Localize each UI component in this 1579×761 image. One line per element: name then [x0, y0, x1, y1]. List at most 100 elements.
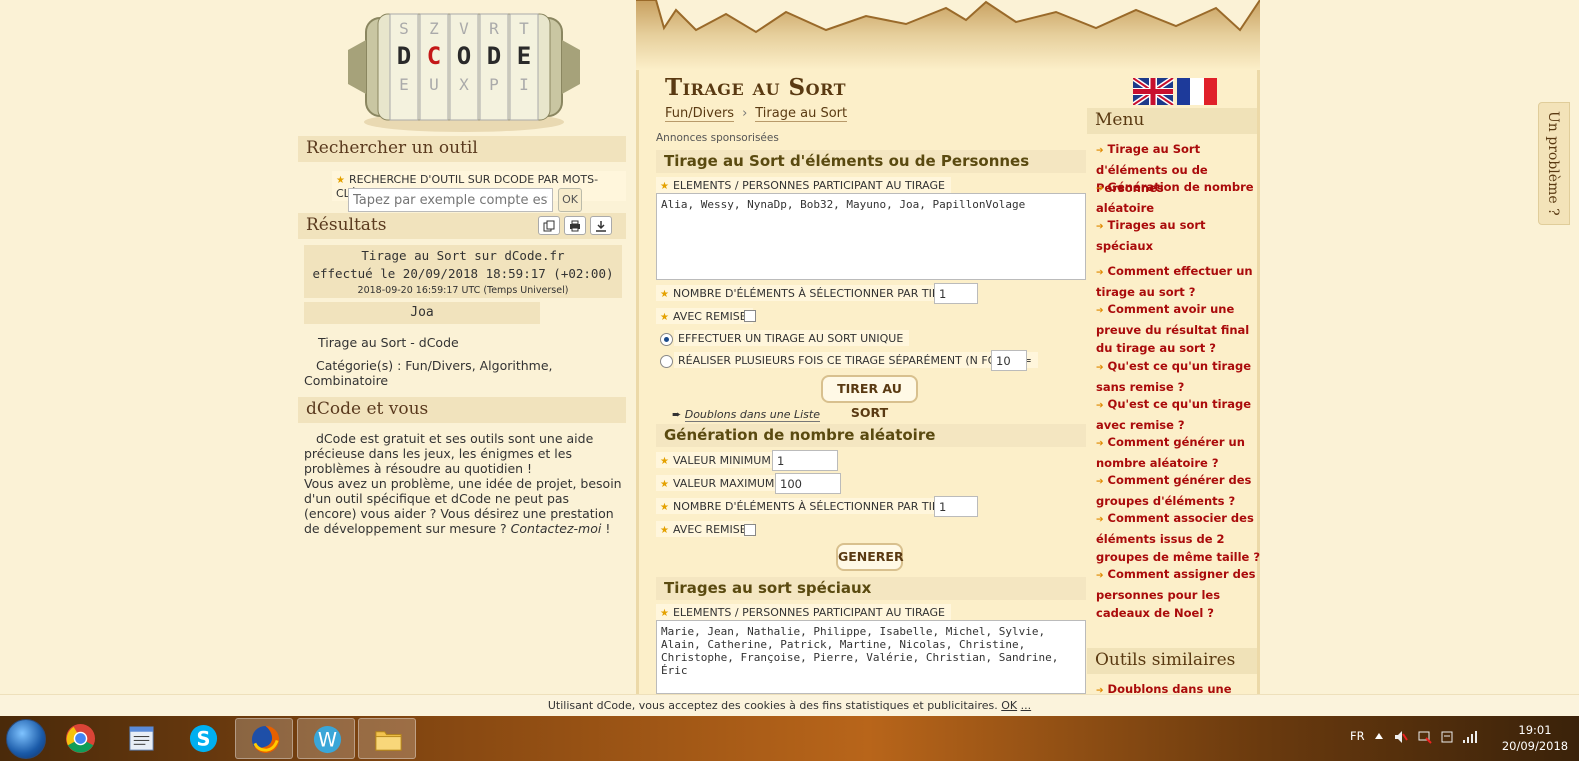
breadcrumb-tirage[interactable]: Tirage au Sort [755, 106, 848, 122]
arrow-icon: ➨ [672, 408, 685, 421]
download-button[interactable] [590, 216, 612, 235]
about-text: dCode est gratuit et ses outils sont une… [304, 431, 622, 536]
search-ok-button[interactable]: OK [558, 188, 582, 212]
section2-count-input[interactable] [934, 496, 978, 517]
print-icon [570, 220, 580, 232]
tirer-au-sort-button[interactable]: TIRER AU SORT [821, 375, 918, 420]
faq-item[interactable]: ➔ Qu'est ce qu'un tirage sans remise ? [1096, 357, 1266, 396]
copy-button[interactable] [538, 216, 560, 235]
section1-count-label: ★ NOMBRE D'ÉLÉMENTS À SÉLECTIONNER PAR TI… [656, 285, 968, 301]
breadcrumb-fun-divers[interactable]: Fun/Divers [665, 106, 735, 122]
max-value-input[interactable] [775, 473, 841, 494]
faq-item[interactable]: ➔ Qu'est ce qu'un tirage avec remise ? [1096, 395, 1266, 434]
cookie-more-link[interactable]: ... [1021, 699, 1032, 712]
taskbar-firefox[interactable] [235, 718, 293, 759]
uk-flag-icon[interactable] [1131, 75, 1175, 108]
taskbar-notepad[interactable] [112, 718, 170, 759]
contact-link[interactable]: Contactez-moi [511, 521, 602, 536]
arrow-icon: ➔ [1096, 401, 1104, 411]
start-button[interactable] [6, 719, 46, 759]
results-title: Tirage au Sort - dCode [318, 335, 459, 350]
arrow-icon: ➔ [1096, 363, 1104, 373]
faq-item[interactable]: ➔ Comment générer des groupes d'éléments … [1096, 471, 1266, 510]
language-indicator[interactable]: FR [1350, 729, 1365, 743]
clock[interactable]: 19:01 20/09/2018 [1500, 722, 1570, 754]
svg-text:X: X [459, 75, 469, 94]
svg-text:D: D [487, 42, 501, 70]
tray-expand-icon[interactable] [1374, 731, 1384, 741]
signal-icon[interactable] [1462, 730, 1478, 744]
results-box: Tirage au Sort sur dCode.fr effectué le … [304, 245, 622, 298]
search-input[interactable] [348, 188, 553, 212]
arrow-icon: ➔ [1096, 184, 1104, 194]
volume-muted-icon[interactable] [1394, 730, 1408, 744]
section3-heading: Tirages au sort spéciaux [656, 577, 1086, 600]
about-p2: Vous avez un problème, une idée de proje… [304, 476, 622, 536]
dcode-logo[interactable]: S Z V R T D C O D E E U X P I [338, 4, 590, 132]
cookie-banner: Utilisant dCode, vous acceptez des cooki… [0, 694, 1579, 716]
action-center-icon[interactable] [1440, 730, 1454, 744]
folder-icon [375, 731, 402, 751]
tirage-unique-label: EFFECTUER UN TIRAGE AU SORT UNIQUE [674, 330, 910, 346]
language-flags [1131, 75, 1217, 108]
section3-elements-textarea[interactable]: Marie, Jean, Nathalie, Philippe, Isabell… [656, 620, 1086, 694]
section2-count-label: ★ NOMBRE D'ÉLÉMENTS À SÉLECTIONNER PAR TI… [656, 498, 968, 514]
print-button[interactable] [564, 216, 586, 235]
breadcrumb: Fun/Divers › Tirage au Sort [665, 106, 848, 122]
faq-item[interactable]: ➔ Comment générer un nombre aléatoire ? [1096, 433, 1266, 472]
svg-text:R: R [489, 19, 499, 38]
faq-item[interactable]: ➔ Comment avoir une preuve du résultat fi… [1096, 300, 1266, 358]
svg-text:O: O [457, 42, 471, 70]
tirage-multiple-label: RÉALISER PLUSIEURS FOIS CE TIRAGE SÉPARÉ… [674, 352, 1038, 368]
skype-icon: S [189, 724, 218, 753]
arrow-icon: ➔ [1096, 146, 1104, 156]
section1-remise-checkbox[interactable] [744, 310, 756, 322]
section2-remise-checkbox[interactable] [744, 524, 756, 536]
tirage-multiple-radio[interactable] [660, 355, 673, 368]
dcode-link[interactable]: dCode [419, 335, 459, 350]
faq-item[interactable]: ➔ Comment effectuer un tirage au sort ? [1096, 262, 1266, 301]
arrow-icon: ➔ [1096, 306, 1104, 316]
star-icon: ★ [660, 525, 669, 536]
min-value-input[interactable] [772, 450, 838, 471]
about-heading: dCode et vous [298, 397, 626, 423]
taskbar-explorer[interactable] [358, 718, 416, 759]
svg-text:U: U [429, 75, 439, 94]
doublons-link[interactable]: ➨ Doublons dans une Liste [672, 408, 820, 422]
menu-heading: Menu [1087, 108, 1257, 134]
svg-text:Z: Z [429, 19, 439, 38]
menu-item-generation-nombre[interactable]: ➔ Génération de nombre aléatoire [1096, 178, 1266, 217]
network-icon[interactable] [1418, 730, 1432, 744]
arrow-icon: ➔ [1096, 515, 1104, 525]
taskbar-skype[interactable]: S [174, 718, 232, 759]
star-icon: ★ [660, 608, 669, 619]
faq-item[interactable]: ➔ Comment assigner des personnes pour les… [1096, 565, 1266, 623]
clock-time: 19:01 [1518, 723, 1552, 737]
menu-item-tirages-speciaux[interactable]: ➔ Tirages au sort spéciaux [1096, 216, 1266, 255]
fr-flag-icon[interactable] [1177, 78, 1217, 105]
section2-max-label: ★ VALEUR MAXIMUM [656, 475, 781, 491]
windows-taskbar: S W FR 19:01 20/09/2018 [0, 716, 1579, 761]
results-categories: Catégorie(s) : Fun/Divers, Algorithme, C… [304, 358, 553, 388]
arrow-icon: ➔ [1096, 222, 1104, 232]
tirage-unique-radio[interactable] [660, 333, 673, 346]
section3-elements-label: ★ ELEMENTS / PERSONNES PARTICIPANT AU TIR… [656, 604, 951, 620]
report-problem-tab[interactable]: Un problème ? [1538, 102, 1570, 225]
section1-elements-textarea[interactable]: Alia, Wessy, NynaDp, Bob32, Mayuno, Joa,… [656, 193, 1086, 280]
faq-item[interactable]: ➔ Comment associer des éléments issus de … [1096, 509, 1266, 567]
taskbar-chrome[interactable] [51, 718, 109, 759]
section1-count-input[interactable] [934, 283, 978, 304]
tirage-n-input[interactable] [991, 350, 1027, 371]
star-icon: ★ [660, 312, 669, 323]
generer-button[interactable]: GENERER [836, 543, 904, 571]
about-p1: dCode est gratuit et ses outils sont une… [304, 431, 594, 476]
star-icon: ★ [660, 289, 669, 300]
star-icon: ★ [660, 479, 669, 490]
sponsored-label: Annonces sponsorisées [656, 132, 779, 144]
section1-heading: Tirage au Sort d'éléments ou de Personne… [656, 150, 1086, 173]
cookie-ok-link[interactable]: OK [1001, 699, 1017, 712]
results-line-3: 2018-09-20 16:59:17 UTC (Temps Universel… [357, 285, 569, 296]
writer-icon: W [313, 725, 342, 754]
taskbar-writer[interactable]: W [297, 718, 355, 759]
svg-text:I: I [519, 75, 529, 94]
